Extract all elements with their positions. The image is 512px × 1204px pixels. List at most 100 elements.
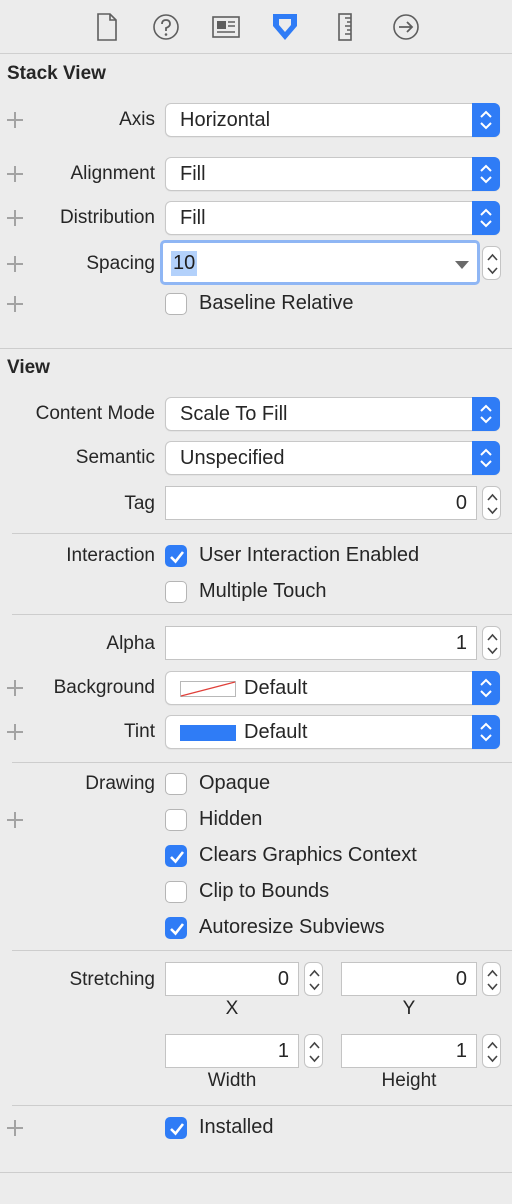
- installed-checkbox[interactable]: [165, 1117, 187, 1139]
- axis-label: Axis: [119, 109, 155, 130]
- stretching-y-field[interactable]: 0: [341, 962, 477, 996]
- stretching-height-stepper[interactable]: [482, 1034, 501, 1068]
- alignment-popup[interactable]: Fill: [165, 157, 500, 191]
- stretching-width-field[interactable]: 1: [165, 1034, 299, 1068]
- stretching-height-value: 1: [455, 1040, 467, 1062]
- stretching-x-value: 0: [277, 968, 289, 990]
- installed-add-variation-icon[interactable]: [7, 1120, 23, 1136]
- alpha-value: 1: [455, 632, 467, 654]
- stretching-width-caption: Width: [207, 1070, 257, 1091]
- chevron-updown-icon: [472, 671, 500, 705]
- background-label: Background: [53, 677, 155, 698]
- divider: [12, 950, 512, 951]
- dropdown-triangle-icon[interactable]: [455, 257, 469, 275]
- chevron-updown-icon: [472, 397, 500, 431]
- alignment-add-variation-icon[interactable]: [7, 166, 23, 182]
- stretching-x-caption: X: [225, 998, 239, 1019]
- stretching-label: Stretching: [69, 969, 155, 990]
- identity-inspector-icon[interactable]: [209, 11, 243, 43]
- chevron-updown-icon: [472, 201, 500, 235]
- quick-help-icon[interactable]: [149, 11, 183, 43]
- stretching-x-field[interactable]: 0: [165, 962, 299, 996]
- spacing-add-variation-icon[interactable]: [7, 256, 23, 272]
- no-color-swatch-icon: [180, 681, 236, 702]
- tint-add-variation-icon[interactable]: [7, 724, 23, 740]
- alpha-stepper[interactable]: [482, 626, 501, 660]
- distribution-popup[interactable]: Fill: [165, 201, 500, 235]
- distribution-label: Distribution: [59, 207, 155, 228]
- tint-color-popup[interactable]: Default: [165, 715, 500, 749]
- spacing-label: Spacing: [86, 253, 155, 274]
- multiple-touch-checkbox[interactable]: [165, 581, 187, 603]
- content-mode-label: Content Mode: [35, 403, 155, 424]
- axis-value: Horizontal: [180, 109, 271, 131]
- axis-popup[interactable]: Horizontal: [165, 103, 500, 137]
- clip-to-bounds-label: Clip to Bounds: [199, 880, 330, 902]
- alpha-field[interactable]: 1: [165, 626, 477, 660]
- clears-graphics-label: Clears Graphics Context: [199, 844, 417, 866]
- interaction-label: Interaction: [66, 545, 155, 566]
- connections-inspector-icon[interactable]: [389, 11, 423, 43]
- hidden-checkbox[interactable]: [165, 809, 187, 831]
- baseline-relative-checkbox[interactable]: [165, 293, 187, 315]
- chevron-updown-icon: [472, 715, 500, 749]
- hidden-label: Hidden: [199, 808, 263, 830]
- divider: [12, 533, 512, 534]
- divider: [12, 762, 512, 763]
- drawing-label: Drawing: [85, 773, 155, 794]
- stretching-y-value: 0: [455, 968, 467, 990]
- size-inspector-icon[interactable]: [328, 11, 362, 43]
- installed-label: Installed: [199, 1116, 274, 1138]
- distribution-add-variation-icon[interactable]: [7, 210, 23, 226]
- stretching-height-caption: Height: [381, 1070, 437, 1091]
- spacing-stepper[interactable]: [482, 246, 501, 280]
- file-inspector-icon[interactable]: [90, 11, 124, 43]
- semantic-value: Unspecified: [180, 447, 285, 469]
- background-value: Default: [244, 677, 308, 699]
- clears-graphics-checkbox[interactable]: [165, 845, 187, 867]
- attributes-inspector-icon[interactable]: [268, 11, 302, 43]
- opaque-label: Opaque: [199, 772, 271, 794]
- distribution-value: Fill: [180, 207, 206, 229]
- axis-add-variation-icon[interactable]: [7, 112, 23, 128]
- stretching-y-caption: Y: [402, 998, 416, 1019]
- alignment-label: Alignment: [70, 163, 156, 184]
- autoresize-checkbox[interactable]: [165, 917, 187, 939]
- stretching-width-stepper[interactable]: [304, 1034, 323, 1068]
- alignment-value: Fill: [180, 163, 206, 185]
- divider: [12, 1105, 512, 1106]
- tint-label: Tint: [124, 721, 155, 742]
- tag-field[interactable]: 0: [165, 486, 477, 520]
- content-mode-popup[interactable]: Scale To Fill: [165, 397, 500, 431]
- spacing-value[interactable]: 10: [171, 251, 198, 276]
- stack-view-section-title: Stack View: [7, 63, 106, 84]
- alpha-label: Alpha: [106, 633, 155, 654]
- stretching-height-field[interactable]: 1: [341, 1034, 477, 1068]
- stretching-x-stepper[interactable]: [304, 962, 323, 996]
- background-add-variation-icon[interactable]: [7, 680, 23, 696]
- content-mode-value: Scale To Fill: [180, 403, 288, 425]
- inspector-toolbar: [0, 0, 512, 54]
- multiple-touch-label: Multiple Touch: [199, 580, 327, 602]
- section-divider: [0, 1172, 512, 1173]
- autoresize-label: Autoresize Subviews: [199, 916, 385, 938]
- semantic-label: Semantic: [75, 447, 155, 468]
- opaque-checkbox[interactable]: [165, 773, 187, 795]
- user-interaction-checkbox[interactable]: [165, 545, 187, 567]
- clip-to-bounds-checkbox[interactable]: [165, 881, 187, 903]
- stretching-y-stepper[interactable]: [482, 962, 501, 996]
- baseline-relative-label: Baseline Relative: [199, 292, 354, 314]
- baseline-add-variation-icon[interactable]: [7, 296, 23, 312]
- hidden-add-variation-icon[interactable]: [7, 812, 23, 828]
- tag-stepper[interactable]: [482, 486, 501, 520]
- tag-value: 0: [455, 492, 467, 514]
- user-interaction-label: User Interaction Enabled: [199, 544, 420, 566]
- background-color-popup[interactable]: Default: [165, 671, 500, 705]
- tint-color-swatch: [180, 725, 236, 741]
- stretching-width-value: 1: [277, 1040, 289, 1062]
- chevron-updown-icon: [472, 441, 500, 475]
- chevron-updown-icon: [472, 157, 500, 191]
- semantic-popup[interactable]: Unspecified: [165, 441, 500, 475]
- chevron-updown-icon: [472, 103, 500, 137]
- spacing-combo-box[interactable]: 10: [160, 240, 480, 285]
